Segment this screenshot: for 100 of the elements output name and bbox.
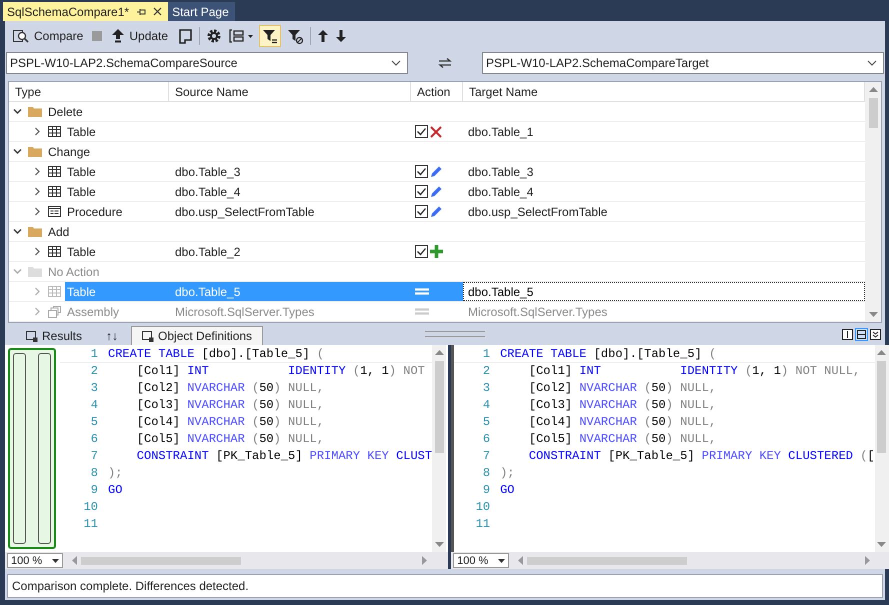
assembly-icon (48, 306, 61, 318)
table-icon (48, 286, 61, 297)
line-number: 7 (90, 448, 99, 462)
checkbox[interactable] (415, 185, 428, 198)
down-arrow-icon[interactable] (335, 29, 348, 43)
scroll-thumb[interactable] (877, 361, 886, 453)
checkbox[interactable] (415, 165, 428, 178)
group-label: Delete (48, 104, 83, 118)
code-line: [Col3] NVARCHAR (50) NULL, (136, 398, 324, 412)
code-line: CONSTRAINT [PK_Table_5] PRIMARY KEY CLUST (136, 448, 432, 462)
column-header[interactable]: Source Name (169, 82, 411, 101)
chevron-icon[interactable] (13, 107, 22, 116)
document-tab[interactable]: Start Page (168, 2, 235, 21)
column-header[interactable]: Type (9, 82, 169, 101)
pencil-icon (430, 186, 442, 198)
document-tab[interactable]: SqlSchemaCompare1* (3, 2, 168, 21)
scroll-down-icon[interactable] (434, 542, 444, 548)
chevron-icon[interactable] (33, 247, 42, 256)
line-number: 11 (474, 516, 492, 530)
scroll-up-icon[interactable] (877, 349, 886, 355)
code-line: [Col4] NVARCHAR (50) NULL, (528, 414, 716, 428)
table-icon (48, 186, 61, 197)
scroll-thumb[interactable] (527, 556, 688, 564)
column-header[interactable]: Action (411, 82, 463, 101)
scroll-up-icon[interactable] (434, 349, 444, 355)
source-name-cell: Microsoft.SqlServer.Types (175, 304, 314, 318)
chevron-icon[interactable] (33, 127, 42, 136)
scroll-thumb[interactable] (434, 361, 444, 453)
code-line: CREATE TABLE [dbo].[Table_5] ( (108, 346, 324, 360)
splitter-grip[interactable] (425, 331, 486, 337)
line-number: 10 (474, 500, 492, 514)
settings-icon[interactable] (206, 28, 222, 44)
horizontal-split-icon[interactable] (855, 328, 868, 341)
filter-clear-icon[interactable] (286, 27, 304, 45)
equals-icon (415, 288, 429, 295)
chevron-icon[interactable] (33, 167, 42, 176)
source-name-cell: dbo.usp_SelectFromTable (175, 204, 314, 218)
chevron-icon[interactable] (13, 147, 22, 156)
compare-button[interactable]: Compare (9, 26, 86, 46)
line-number: 3 (482, 380, 492, 394)
line-number: 10 (82, 500, 99, 514)
zoom-dropdown[interactable]: 100 % (7, 553, 63, 568)
checkbox[interactable] (415, 205, 428, 218)
vertical-split-icon[interactable] (842, 329, 853, 340)
script-icon[interactable] (177, 28, 194, 44)
swap-icon[interactable] (438, 58, 452, 68)
scroll-up-icon[interactable] (868, 86, 878, 92)
code-line: [Col5] NVARCHAR (50) NULL, (136, 432, 324, 446)
tab-icon (142, 330, 154, 342)
code-line: GO (500, 482, 514, 496)
procedure-icon (48, 206, 61, 217)
target-dropdown[interactable]: PSPL-W10-LAP2.SchemaCompareTarget (482, 52, 884, 74)
type-cell: Assembly (67, 304, 120, 318)
code-line: ); (500, 466, 514, 480)
pin-icon[interactable] (136, 6, 146, 16)
caret-icon (498, 558, 506, 562)
plus-icon (430, 245, 443, 258)
type-cell: Table (67, 244, 96, 258)
scroll-thumb[interactable] (81, 556, 241, 564)
chevron-icon[interactable] (33, 207, 42, 216)
type-cell: Procedure (67, 204, 122, 218)
chevron-icon[interactable] (13, 227, 22, 236)
type-cell: Table (67, 184, 96, 198)
panel-tab[interactable]: ↑↓ (95, 326, 130, 345)
code-line: CREATE TABLE [dbo].[Table_5] ( (500, 346, 716, 360)
type-cell: Table (67, 124, 96, 138)
close-icon[interactable] (153, 7, 162, 16)
line-number: 4 (482, 398, 492, 412)
vertical-scrollbar[interactable] (432, 345, 446, 552)
table-icon (48, 166, 61, 177)
layout-dropdown-icon[interactable] (228, 28, 254, 44)
panel-tab[interactable]: Object Definitions (131, 326, 264, 345)
up-arrow-icon[interactable] (317, 29, 330, 43)
checkbox[interactable] (415, 125, 428, 138)
target-name-cell: dbo.usp_SelectFromTable (468, 204, 608, 218)
table-icon (48, 126, 61, 137)
line-number: 11 (82, 516, 99, 530)
checkbox[interactable] (415, 245, 428, 258)
line-number: 3 (90, 380, 99, 394)
zoom-dropdown[interactable]: 100 % (453, 553, 510, 568)
vertical-scrollbar[interactable] (865, 82, 881, 322)
type-cell: Table (67, 164, 96, 178)
group-label: Add (48, 224, 70, 238)
collapse-icon[interactable] (870, 329, 881, 340)
pencil-icon (430, 206, 442, 218)
scroll-thumb[interactable] (868, 98, 878, 128)
scroll-down-icon[interactable] (877, 542, 886, 548)
code-line: [Col2] NVARCHAR (50) NULL, (528, 380, 716, 394)
panel-tab[interactable]: Results (15, 326, 94, 345)
type-cell: Table (67, 284, 96, 298)
target-name-cell: dbo.Table_1 (468, 124, 534, 138)
vertical-scrollbar[interactable] (874, 345, 889, 552)
target-name-cell: dbo.Table_4 (468, 184, 534, 198)
filter-icon[interactable] (260, 26, 280, 46)
chevron-icon[interactable] (33, 187, 42, 196)
source-name-cell: dbo.Table_3 (175, 164, 240, 178)
source-dropdown[interactable]: PSPL-W10-LAP2.SchemaCompareSource (6, 52, 408, 74)
update-button[interactable]: Update (108, 26, 172, 46)
scroll-down-icon[interactable] (868, 312, 878, 318)
difference-map[interactable] (8, 348, 56, 549)
